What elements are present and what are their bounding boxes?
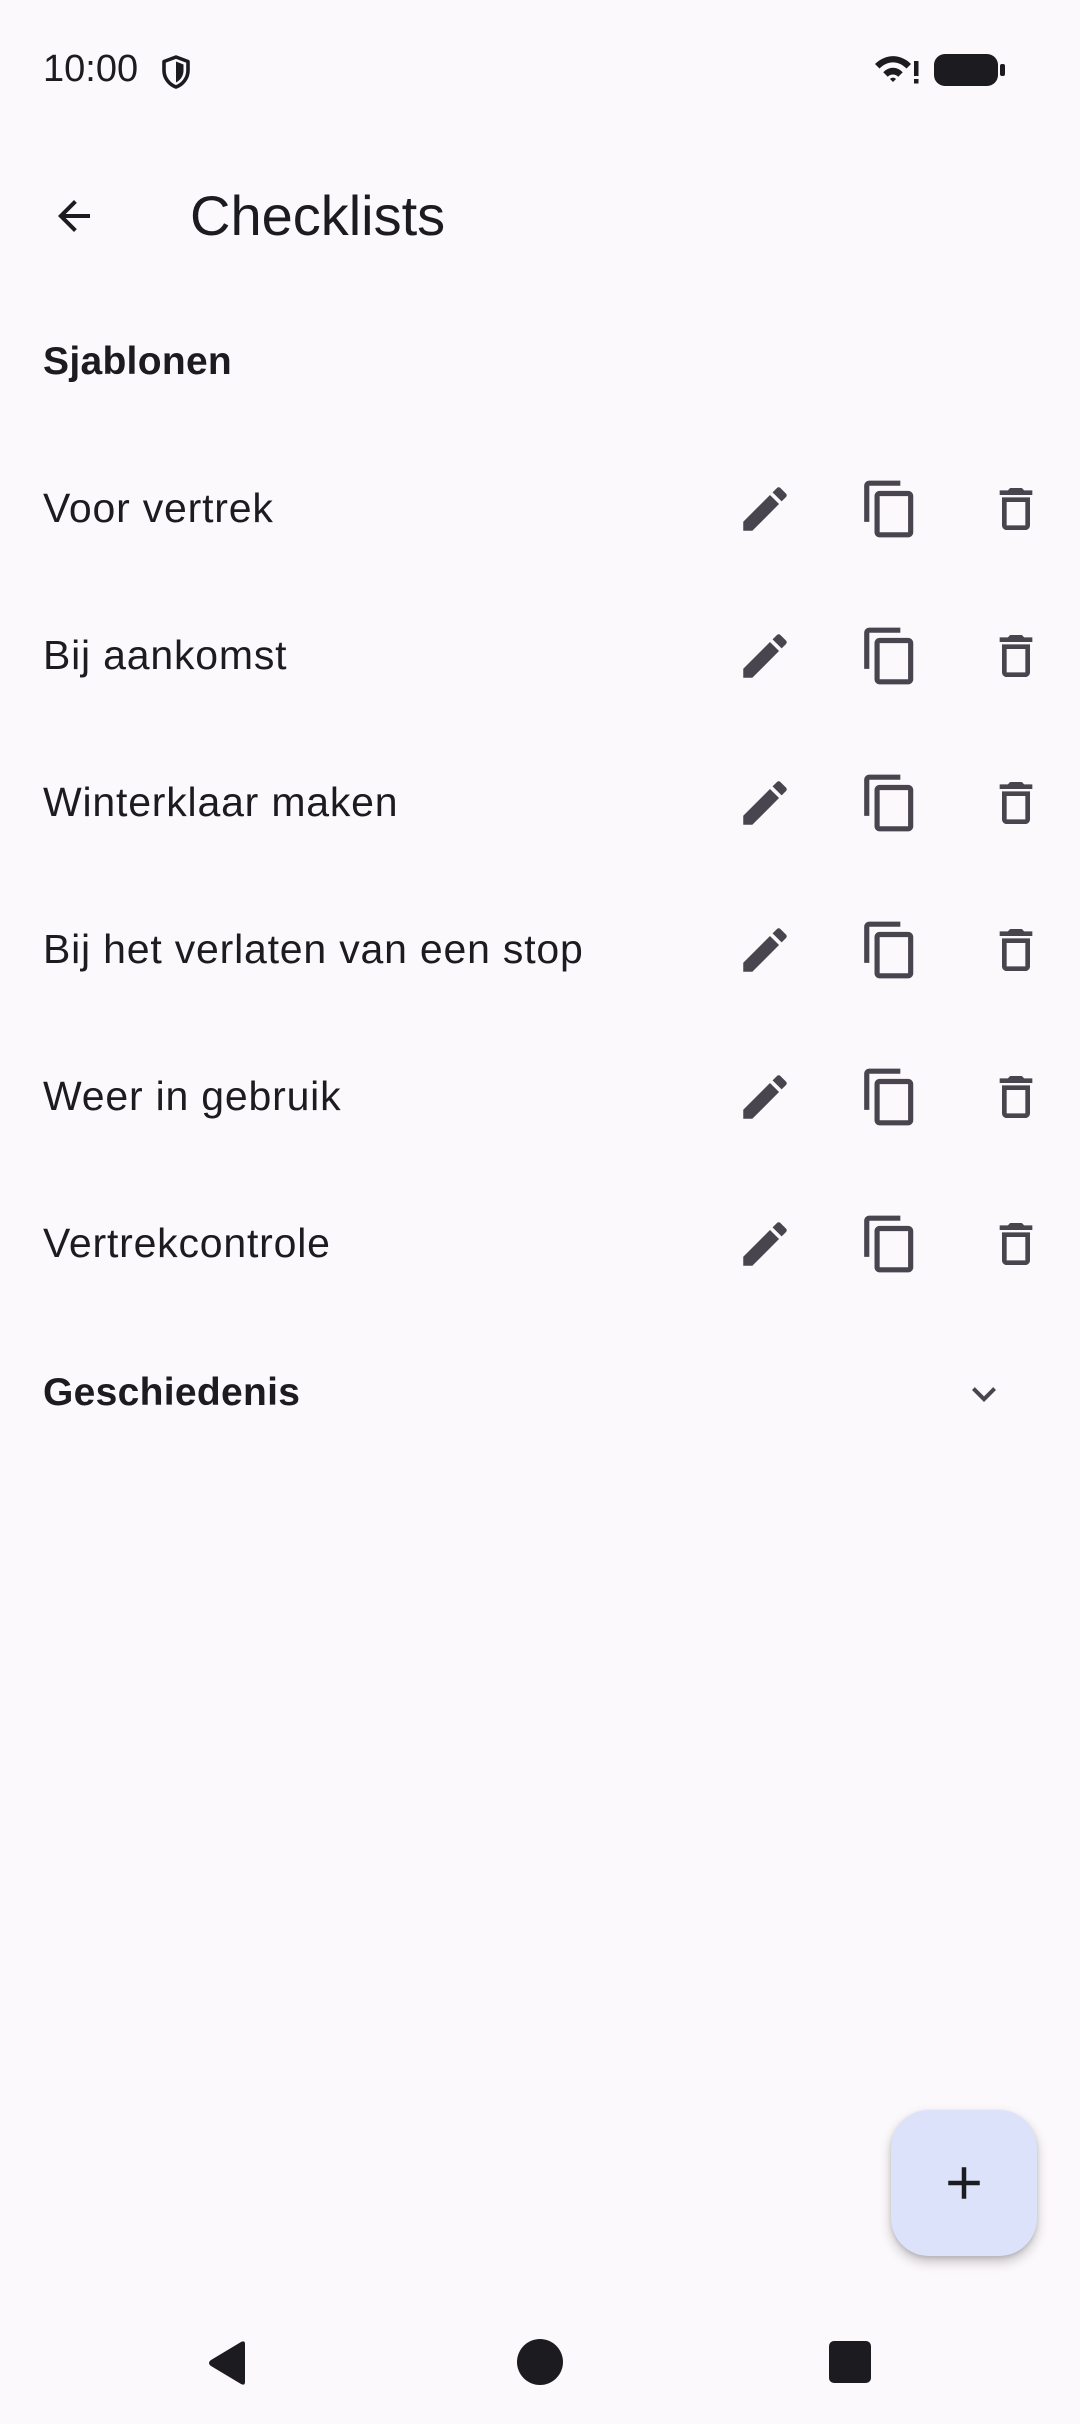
nav-home-icon[interactable] bbox=[517, 2339, 563, 2385]
copy-button[interactable] bbox=[847, 613, 933, 699]
section-header-templates: Sjablonen bbox=[43, 340, 233, 383]
copy-button[interactable] bbox=[847, 1201, 933, 1287]
nav-recents-icon[interactable] bbox=[829, 2341, 871, 2383]
battery-icon bbox=[934, 54, 1005, 86]
delete-button[interactable] bbox=[973, 760, 1059, 846]
copy-icon bbox=[864, 921, 914, 979]
copy-button[interactable] bbox=[847, 1054, 933, 1140]
edit-button[interactable] bbox=[722, 760, 808, 846]
delete-icon bbox=[999, 1076, 1033, 1118]
page-title: Checklists bbox=[190, 184, 446, 247]
template-label: Vertrekcontrole bbox=[43, 1220, 331, 1266]
delete-button[interactable] bbox=[973, 1054, 1059, 1140]
template-label: Weer in gebruik bbox=[43, 1073, 342, 1119]
copy-icon bbox=[864, 1215, 914, 1273]
edit-button[interactable] bbox=[722, 466, 808, 552]
delete-button[interactable] bbox=[973, 613, 1059, 699]
chevron-down-icon bbox=[972, 1387, 996, 1402]
copy-button[interactable] bbox=[847, 466, 933, 552]
edit-button[interactable] bbox=[722, 907, 808, 993]
system-nav-bar bbox=[0, 2294, 1080, 2424]
delete-icon bbox=[999, 488, 1033, 530]
app-bar: Checklists bbox=[0, 140, 1080, 290]
template-row: Voor vertrek bbox=[0, 435, 1080, 582]
template-label: Bij het verlaten van een stop bbox=[43, 926, 584, 972]
copy-icon bbox=[864, 480, 914, 538]
edit-icon bbox=[743, 634, 787, 678]
section-header-history: Geschiedenis bbox=[43, 1371, 301, 1414]
status-bar: 10:00 bbox=[0, 0, 1080, 140]
delete-button[interactable] bbox=[973, 1201, 1059, 1287]
add-icon bbox=[948, 2167, 980, 2199]
edit-icon bbox=[743, 487, 787, 531]
template-row: Weer in gebruik bbox=[0, 1023, 1080, 1170]
edit-icon bbox=[743, 1075, 787, 1119]
copy-icon bbox=[864, 774, 914, 832]
delete-icon bbox=[999, 1223, 1033, 1265]
nav-back-icon[interactable] bbox=[205, 2340, 249, 2386]
template-label: Bij aankomst bbox=[43, 632, 288, 678]
edit-button[interactable] bbox=[722, 1201, 808, 1287]
status-time: 10:00 bbox=[43, 48, 139, 90]
arrow-back-icon bbox=[58, 200, 90, 232]
delete-icon bbox=[999, 929, 1033, 971]
template-row: Vertrekcontrole bbox=[0, 1170, 1080, 1317]
shield-icon bbox=[162, 55, 190, 89]
back-button[interactable] bbox=[38, 180, 110, 252]
template-row: Winterklaar maken bbox=[0, 729, 1080, 876]
wifi-icon bbox=[875, 56, 919, 84]
edit-button[interactable] bbox=[722, 1054, 808, 1140]
delete-icon bbox=[999, 635, 1033, 677]
template-row: Bij het verlaten van een stop bbox=[0, 876, 1080, 1023]
edit-icon bbox=[743, 1222, 787, 1266]
copy-icon bbox=[864, 1068, 914, 1126]
delete-button[interactable] bbox=[973, 466, 1059, 552]
edit-icon bbox=[743, 928, 787, 972]
copy-button[interactable] bbox=[847, 760, 933, 846]
edit-icon bbox=[743, 781, 787, 825]
template-label: Winterklaar maken bbox=[43, 779, 399, 825]
edit-button[interactable] bbox=[722, 613, 808, 699]
delete-button[interactable] bbox=[973, 907, 1059, 993]
history-expander[interactable]: Geschiedenis bbox=[0, 1320, 1080, 1465]
templates-list: Voor vertrek Bij aankomst Winterklaar ma… bbox=[0, 435, 1080, 1317]
delete-icon bbox=[999, 782, 1033, 824]
add-checklist-fab[interactable] bbox=[891, 2110, 1037, 2256]
template-row: Bij aankomst bbox=[0, 582, 1080, 729]
copy-button[interactable] bbox=[847, 907, 933, 993]
copy-icon bbox=[864, 627, 914, 685]
template-label: Voor vertrek bbox=[43, 485, 274, 531]
